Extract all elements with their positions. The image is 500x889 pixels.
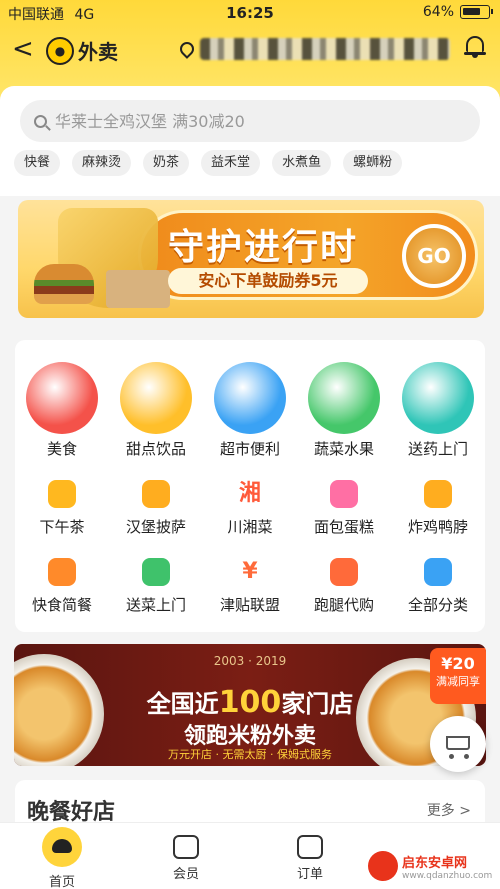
category-grid: 美食 甜点饮品 超市便利 蔬菜水果 送药上门 下午茶 汉堡披萨湘川湘菜 面包蛋糕 炸鸡鸭脖 快…: [15, 340, 485, 632]
delivery-box-image: [106, 270, 170, 308]
category-dessert[interactable]: 甜点饮品: [109, 362, 203, 459]
runner-icon: [330, 558, 358, 586]
cake-icon: [330, 480, 358, 508]
ad-headline: 全国近100家门店: [146, 685, 354, 720]
category-grid[interactable]: 全部分类: [391, 558, 485, 615]
tab-orders[interactable]: 订单: [270, 827, 350, 882]
location-pin-icon: [177, 39, 197, 59]
back-button[interactable]: <: [12, 34, 34, 64]
cart-button[interactable]: [430, 716, 486, 772]
category-cake[interactable]: 面包蛋糕: [297, 480, 391, 537]
dessert-icon: [120, 362, 192, 434]
category-runner[interactable]: 跑腿代购: [297, 558, 391, 615]
tab-member[interactable]: 会员: [146, 827, 226, 882]
promo-title: 守护进行时: [168, 227, 359, 268]
category-label: 甜点饮品: [125, 440, 186, 458]
fruit-icon: [308, 362, 380, 434]
battery-icon: [460, 5, 493, 19]
category-label: 面包蛋糕: [313, 518, 374, 536]
ad-tagline: 万元开店 · 无需太厨 · 保姆式服务: [168, 748, 332, 761]
promo-banner[interactable]: 守护进行时 安心下单鼓励券5元 GO: [18, 200, 484, 318]
address-selector[interactable]: [177, 38, 450, 60]
category-label: 跑腿代购: [313, 596, 374, 614]
category-label: 炸鸡鸭脖: [407, 518, 468, 536]
address-blurred: [200, 38, 450, 60]
category-moneybag[interactable]: ¥ 津贴联盟: [203, 558, 297, 615]
chip-item[interactable]: 奶茶: [143, 150, 190, 176]
vegetable-icon: [142, 558, 170, 586]
crown-icon: [173, 835, 199, 859]
ad-banner[interactable]: 2003 · 2019 全国近100家门店 领跑米粉外卖 万元开店 · 无需太厨…: [14, 644, 486, 766]
brand: ● 外卖: [46, 36, 118, 65]
chip-item[interactable]: 快餐: [14, 150, 61, 176]
search-icon: [34, 114, 47, 128]
category-medkit[interactable]: 送药上门: [391, 362, 485, 459]
category-tea[interactable]: 下午茶: [15, 480, 109, 537]
moneybag-icon: ¥: [242, 559, 258, 584]
kangaroo-logo-icon: ●: [46, 36, 74, 65]
search-bar[interactable]: [20, 100, 480, 142]
navbar: < ● 外卖: [0, 30, 500, 74]
search-input[interactable]: [55, 111, 455, 131]
chip-item[interactable]: 螺蛳粉: [343, 150, 403, 176]
drumstick-icon: [424, 480, 452, 508]
more-link[interactable]: 更多 >: [427, 800, 471, 820]
notification-bell-icon[interactable]: [464, 36, 486, 60]
home-icon: [42, 827, 82, 867]
category-label: 美食: [46, 440, 77, 458]
status-bar: 中国联通 4G 16:25 64%: [0, 0, 500, 26]
watermark-logo-icon: [368, 851, 398, 881]
medkit-icon: [402, 362, 474, 434]
category-label: 全部分类: [407, 596, 468, 614]
category-burger[interactable]: 汉堡披萨: [109, 480, 203, 537]
watermark: 启东安卓网 www.qdanzhuo.com: [364, 846, 494, 886]
chip-item[interactable]: 水煮鱼: [272, 150, 332, 176]
basket-icon: [214, 362, 286, 434]
grid-icon: [424, 558, 452, 586]
category-label: 蔬菜水果: [313, 440, 374, 458]
hot-search-chips: 快餐 麻辣烫 奶茶 益禾堂 水煮鱼 螺蛳粉: [14, 150, 403, 176]
category-label: 超市便利: [219, 440, 280, 458]
go-button[interactable]: GO: [402, 224, 466, 288]
bowl-icon: [48, 558, 76, 586]
xiang-icon: 湘: [238, 481, 261, 506]
cart-icon: [446, 736, 470, 750]
discount-tag: ¥20 满减同享: [430, 648, 486, 704]
category-label: 下午茶: [39, 518, 85, 536]
tab-home[interactable]: 首页: [22, 827, 102, 889]
category-basket[interactable]: 超市便利: [203, 362, 297, 459]
battery-percent: 64%: [422, 4, 454, 20]
chip-item[interactable]: 益禾堂: [201, 150, 261, 176]
category-label: 快食简餐: [31, 596, 92, 614]
category-label: 川湘菜: [227, 518, 273, 536]
order-icon: [297, 835, 323, 859]
category-food[interactable]: 美食: [15, 362, 109, 459]
category-label: 汉堡披萨: [125, 518, 186, 536]
category-xiang[interactable]: 湘川湘菜: [203, 480, 297, 537]
brand-title: 外卖: [78, 40, 118, 64]
ad-years: 2003 · 2019: [213, 654, 287, 668]
category-vegetable[interactable]: 送菜上门: [109, 558, 203, 615]
category-label: 津贴联盟: [219, 596, 280, 614]
food-icon: [26, 362, 98, 434]
category-bowl[interactable]: 快食简餐: [15, 558, 109, 615]
promo-subtitle: 安心下单鼓励券5元: [168, 268, 368, 294]
category-drumstick[interactable]: 炸鸡鸭脖: [391, 480, 485, 537]
category-label: 送菜上门: [125, 596, 186, 614]
category-label: 送药上门: [407, 440, 468, 458]
category-fruit[interactable]: 蔬菜水果: [297, 362, 391, 459]
burger-image: [34, 264, 94, 304]
chip-item[interactable]: 麻辣烫: [72, 150, 132, 176]
tea-icon: [48, 480, 76, 508]
burger-icon: [142, 480, 170, 508]
